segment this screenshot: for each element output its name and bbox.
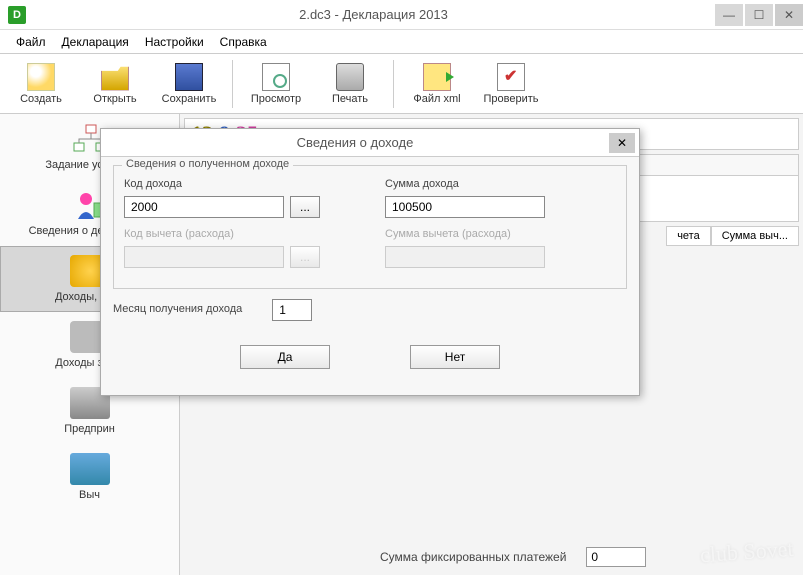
app-icon: D [8, 6, 26, 24]
toolbar-open[interactable]: Открыть [78, 57, 152, 111]
deduction-sum-input [385, 246, 545, 268]
deduction-code-input [124, 246, 284, 268]
deduction-code-browse-button: ... [290, 246, 320, 268]
save-icon [175, 63, 203, 91]
close-button[interactable]: ✕ [775, 4, 803, 26]
window-title: 2.dc3 - Декларация 2013 [34, 7, 713, 22]
toolbar-create[interactable]: Создать [4, 57, 78, 111]
sidebar-item-label: Выч [79, 489, 100, 501]
sidebar-item-label: Предприн [64, 423, 115, 435]
toolbar-save-label: Сохранить [162, 93, 217, 105]
income-sum-input[interactable] [385, 196, 545, 218]
xml-icon [423, 63, 451, 91]
maximize-button[interactable]: ☐ [745, 4, 773, 26]
month-input[interactable] [272, 299, 312, 321]
toolbar-create-label: Создать [20, 93, 62, 105]
toolbar-xml[interactable]: Файл xml [400, 57, 474, 111]
deduction-code-label: Код вычета (расхода) [124, 228, 355, 240]
sidebar-item-deductions[interactable]: Выч [0, 444, 179, 510]
dialog-title: Сведения о доходе [101, 135, 609, 150]
menu-file[interactable]: Файл [8, 32, 54, 52]
tab-deduction-sum[interactable]: Сумма выч... [711, 226, 799, 246]
toolbar-check-label: Проверить [483, 93, 538, 105]
ok-button[interactable]: Да [240, 345, 330, 369]
toolbar-save[interactable]: Сохранить [152, 57, 226, 111]
preview-icon [262, 63, 290, 91]
toolbar-separator [393, 60, 394, 108]
income-code-input[interactable] [124, 196, 284, 218]
toolbar-print-label: Печать [332, 93, 368, 105]
dialog-titlebar: Сведения о доходе ✕ [101, 129, 639, 157]
titlebar: D 2.dc3 - Декларация 2013 — ☐ ✕ [0, 0, 803, 30]
deduction-sum-label: Сумма вычета (расхода) [385, 228, 616, 240]
print-icon [336, 63, 364, 91]
new-icon [27, 63, 55, 91]
tab-account[interactable]: чета [666, 226, 711, 246]
toolbar-preview[interactable]: Просмотр [239, 57, 313, 111]
menu-declaration[interactable]: Декларация [54, 32, 137, 52]
toolbar: Создать Открыть Сохранить Просмотр Печат… [0, 54, 803, 114]
month-label: Месяц получения дохода [113, 303, 242, 315]
cancel-button[interactable]: Нет [410, 345, 500, 369]
income-fieldset: Сведения о полученном доходе Код дохода … [113, 165, 627, 289]
menu-help[interactable]: Справка [212, 32, 275, 52]
toolbar-open-label: Открыть [93, 93, 136, 105]
menu-settings[interactable]: Настройки [137, 32, 212, 52]
income-code-label: Код дохода [124, 178, 355, 190]
minimize-button[interactable]: — [715, 4, 743, 26]
house-icon [70, 453, 110, 485]
fixed-payments-label: Сумма фиксированных платежей [380, 550, 566, 564]
menubar: Файл Декларация Настройки Справка [0, 30, 803, 54]
fixed-payments-row: Сумма фиксированных платежей [380, 547, 783, 567]
toolbar-print[interactable]: Печать [313, 57, 387, 111]
income-sum-label: Сумма дохода [385, 178, 616, 190]
fieldset-legend: Сведения о полученном доходе [122, 158, 293, 170]
income-dialog: Сведения о доходе ✕ Сведения о полученно… [100, 128, 640, 396]
check-icon [497, 63, 525, 91]
open-icon [101, 63, 129, 91]
toolbar-check[interactable]: Проверить [474, 57, 548, 111]
dialog-close-button[interactable]: ✕ [609, 133, 635, 153]
toolbar-preview-label: Просмотр [251, 93, 301, 105]
fixed-payments-input[interactable] [586, 547, 646, 567]
toolbar-xml-label: Файл xml [413, 93, 460, 105]
income-code-browse-button[interactable]: ... [290, 196, 320, 218]
toolbar-separator [232, 60, 233, 108]
